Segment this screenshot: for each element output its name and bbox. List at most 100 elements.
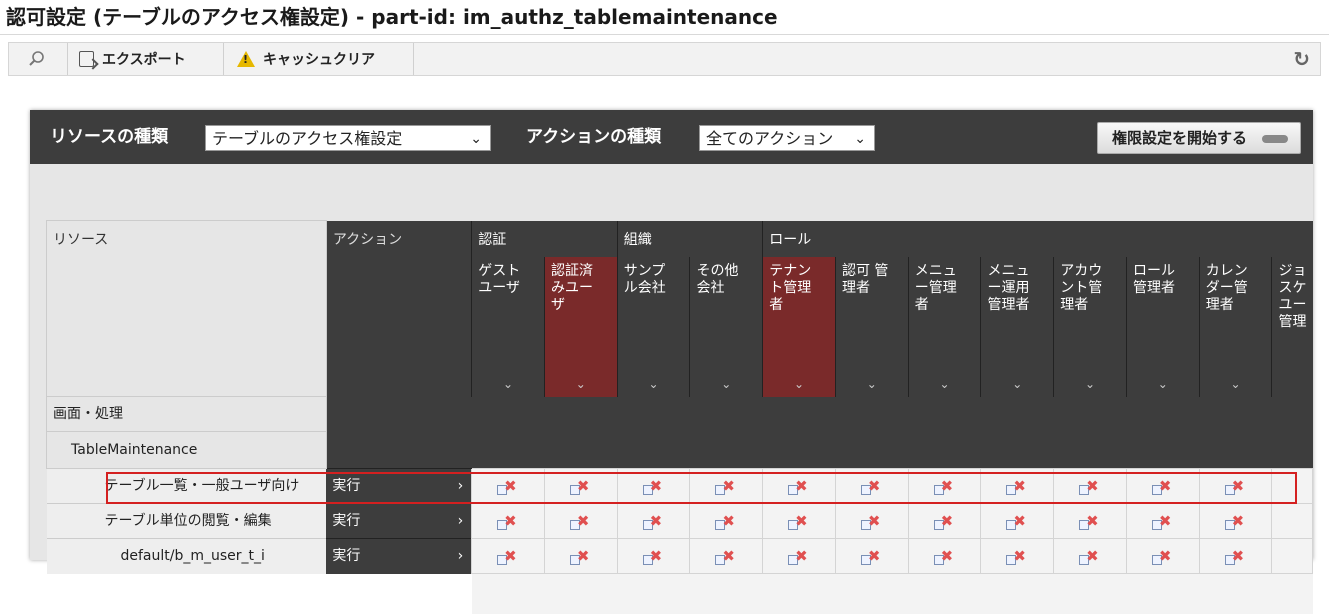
search-button[interactable] [17, 43, 57, 75]
chevron-down-icon[interactable]: ⌄ [690, 376, 762, 393]
permission-cell[interactable]: ✖ [1198, 503, 1273, 539]
permission-cell[interactable]: ✖ [834, 503, 909, 539]
table-row[interactable]: default/b_m_user_t_i 実行 › ✖ ✖ ✖ ✖ ✖ ✖ ✖ ✖ ✖ ✖ ✖ [46, 538, 1313, 574]
tree-node-label[interactable]: TableMaintenance [46, 431, 327, 469]
permission-cell[interactable]: ✖ [1053, 538, 1127, 574]
chevron-down-icon[interactable]: ⌄ [1127, 376, 1199, 393]
column-header-line: ダー管 [1205, 279, 1248, 296]
permission-cell[interactable]: ✖ [762, 538, 836, 574]
permission-cell[interactable]: ✖ [1125, 538, 1200, 574]
action-cell[interactable]: 実行 › [326, 468, 472, 504]
column-header[interactable]: 認可 管理者 ⌄ [834, 256, 909, 397]
export-button[interactable]: エクスポート [79, 43, 186, 75]
chevron-down-icon[interactable]: ⌄ [763, 376, 835, 393]
permission-cell[interactable]: ✖ [907, 538, 982, 574]
permission-cell[interactable]: ✖ [543, 503, 618, 539]
permission-cell[interactable]: ✖ [471, 503, 545, 539]
permission-cell[interactable]: ✖ [616, 538, 691, 574]
chevron-down-icon[interactable]: ⌄ [836, 376, 908, 393]
permission-cell[interactable]: ✖ [689, 468, 764, 504]
action-label: 実行 [332, 548, 361, 564]
permission-cell[interactable]: ✖ [980, 503, 1055, 539]
chevron-down-icon[interactable]: ⌄ [1054, 376, 1126, 393]
toolbar-divider [67, 43, 68, 75]
column-header[interactable]: アカウ ント管 理者 ⌄ [1053, 256, 1127, 397]
deny-icon: ✖ [1079, 512, 1101, 532]
permission-cell[interactable]: ✖ [616, 468, 691, 504]
permission-cell[interactable]: ✖ [471, 538, 545, 574]
column-header[interactable]: ロール 管理者 ⌄ [1125, 256, 1200, 397]
column-header-line: その他 [696, 262, 739, 279]
header-spacer [689, 431, 763, 469]
permission-cell[interactable]: ✖ [1125, 503, 1200, 539]
column-header[interactable]: その他 会社 ⌄ [689, 256, 763, 397]
permission-cell[interactable]: ✖ [907, 503, 982, 539]
permission-cell[interactable]: ✖ [543, 538, 618, 574]
column-header[interactable]: メニュ ー運用 管理者 ⌄ [980, 256, 1054, 397]
action-type-select[interactable]: 全てのアクション ⌄ [699, 125, 875, 151]
grid-empty-area [47, 574, 472, 614]
column-header-line: ー運用 [987, 279, 1030, 296]
action-cell[interactable]: 実行 › [326, 538, 472, 574]
permission-cell[interactable]: ✖ [689, 503, 764, 539]
permission-cell[interactable]: ✖ [543, 468, 618, 504]
permission-cell[interactable]: ✖ [762, 468, 836, 504]
permission-cell[interactable]: ✖ [762, 503, 836, 539]
chevron-right-icon: › [457, 513, 464, 529]
cache-clear-button[interactable]: キャッシュクリア [237, 43, 375, 75]
chevron-down-icon[interactable]: ⌄ [981, 376, 1053, 393]
table-row[interactable]: テーブル一覧・一般ユーザ向け 実行 › ✖ ✖ ✖ ✖ ✖ ✖ ✖ ✖ ✖ ✖ ✖ [46, 468, 1313, 504]
action-cell[interactable]: 実行 › [326, 503, 472, 539]
toolbar-divider [413, 43, 414, 75]
chevron-down-icon[interactable]: ⌄ [472, 376, 544, 393]
chevron-down-icon: ⌄ [854, 131, 866, 147]
column-header[interactable]: テナン ト管理者 ⌄ [762, 256, 836, 397]
permission-cell[interactable]: ✖ [980, 468, 1055, 504]
chevron-down-icon[interactable]: ⌄ [1200, 376, 1272, 393]
header-spacer [835, 396, 909, 432]
permission-cell[interactable] [1271, 503, 1313, 539]
chevron-down-icon[interactable]: ⌄ [909, 376, 981, 393]
resource-type-select[interactable]: テーブルのアクセス権設定 ⌄ [205, 125, 491, 151]
column-header[interactable]: カレン ダー管 理者 ⌄ [1198, 256, 1272, 397]
header-spacer [1271, 431, 1313, 469]
column-header[interactable]: メニュ ー管理者 ⌄ [907, 256, 981, 397]
header-spacer [1053, 431, 1127, 469]
permission-cell[interactable]: ✖ [1053, 503, 1127, 539]
reload-button[interactable]: ↻ [1293, 43, 1310, 75]
permission-cell[interactable] [1271, 468, 1313, 504]
deny-icon: ✖ [860, 512, 883, 532]
deny-icon: ✖ [497, 547, 519, 567]
chevron-down-icon[interactable]: ⌄ [618, 376, 690, 393]
permission-cell[interactable]: ✖ [1198, 538, 1273, 574]
column-header-line: ユー [1278, 296, 1307, 313]
start-permission-button[interactable]: 権限設定を開始する [1097, 122, 1301, 154]
permission-cell[interactable]: ✖ [1053, 468, 1127, 504]
chevron-down-icon[interactable]: ⌄ [545, 376, 617, 393]
permission-cell[interactable]: ✖ [1198, 468, 1273, 504]
table-row[interactable]: テーブル単位の閲覧・編集 実行 › ✖ ✖ ✖ ✖ ✖ ✖ ✖ ✖ ✖ ✖ ✖ [46, 503, 1313, 539]
permission-cell[interactable]: ✖ [907, 468, 982, 504]
permission-cell[interactable] [1271, 538, 1313, 574]
column-header-line: 者 [914, 296, 929, 313]
column-header[interactable]: サンプ ル会社 ⌄ [616, 256, 690, 397]
permission-cell[interactable]: ✖ [980, 538, 1055, 574]
permission-cell[interactable]: ✖ [616, 503, 691, 539]
group-header: 組織 [616, 220, 763, 257]
column-header[interactable]: 認証済 みユーザ ⌄ [543, 256, 618, 397]
permission-cell[interactable]: ✖ [834, 538, 909, 574]
permission-cell[interactable]: ✖ [471, 468, 545, 504]
column-header-partial[interactable]: ジョ スケ ユー 管理 [1271, 256, 1313, 397]
cache-clear-label: キャッシュクリア [263, 52, 375, 68]
permission-cell[interactable]: ✖ [689, 538, 764, 574]
grid-empty-area [471, 573, 1313, 614]
column-header[interactable]: ゲスト ユーザ ⌄ [471, 256, 545, 397]
permission-grid: リソース アクション 認証 組織 ロール ゲスト ユーザ ⌄ 認証済 みユーザ ⌄ サンプル… [46, 220, 1313, 614]
permission-cell[interactable]: ✖ [834, 468, 909, 504]
tree-level-label[interactable]: 画面・処理 [46, 396, 327, 432]
export-icon [79, 51, 94, 67]
deny-icon: ✖ [788, 477, 810, 497]
column-header-line: 会社 [696, 279, 725, 296]
permission-cell[interactable]: ✖ [1125, 468, 1200, 504]
deny-icon: ✖ [1224, 477, 1247, 497]
